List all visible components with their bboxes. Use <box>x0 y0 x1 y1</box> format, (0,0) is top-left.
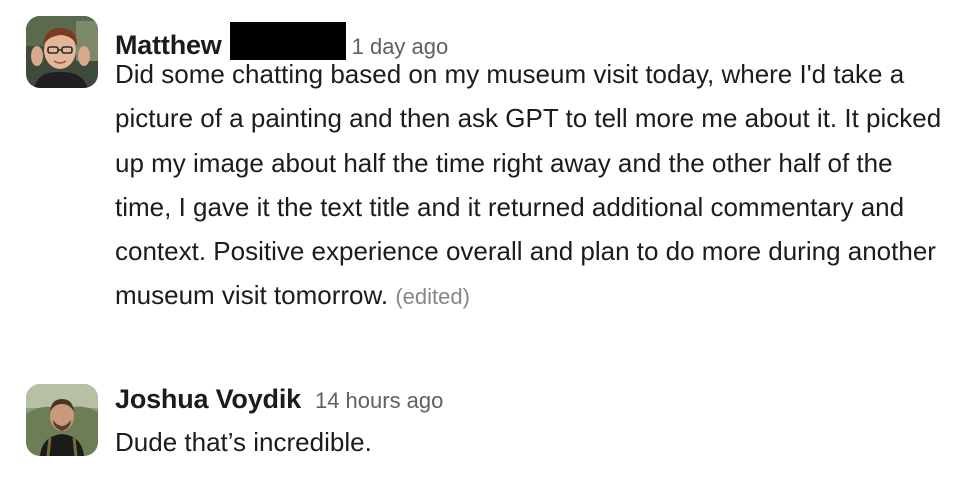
message-text: Did some chatting based on my museum vis… <box>115 52 950 320</box>
message-body: Dude that’s incredible. <box>115 427 372 457</box>
message-text: Dude that’s incredible. <box>115 420 950 464</box>
message-header: Matthew 1 day ago <box>115 16 960 60</box>
message-header: Joshua Voydik 14 hours ago <box>115 384 960 418</box>
message-timestamp[interactable]: 14 hours ago <box>315 388 443 414</box>
user-avatar-photo-icon <box>26 384 98 456</box>
redaction-bar <box>229 22 346 60</box>
message-body: Did some chatting based on my museum vis… <box>115 59 942 311</box>
message-content: Matthew 1 day ago Did some chatting base… <box>115 16 960 320</box>
sender-name[interactable]: Joshua Voydik <box>115 384 301 415</box>
message-content: Joshua Voydik 14 hours ago Dude that’s i… <box>115 384 960 464</box>
message-item: Matthew 1 day ago Did some chatting base… <box>26 16 960 320</box>
user-avatar-photo-icon <box>26 16 98 88</box>
avatar[interactable] <box>26 16 98 88</box>
edited-label: (edited) <box>395 284 470 310</box>
avatar[interactable] <box>26 384 98 456</box>
message-item: Joshua Voydik 14 hours ago Dude that’s i… <box>26 384 960 464</box>
